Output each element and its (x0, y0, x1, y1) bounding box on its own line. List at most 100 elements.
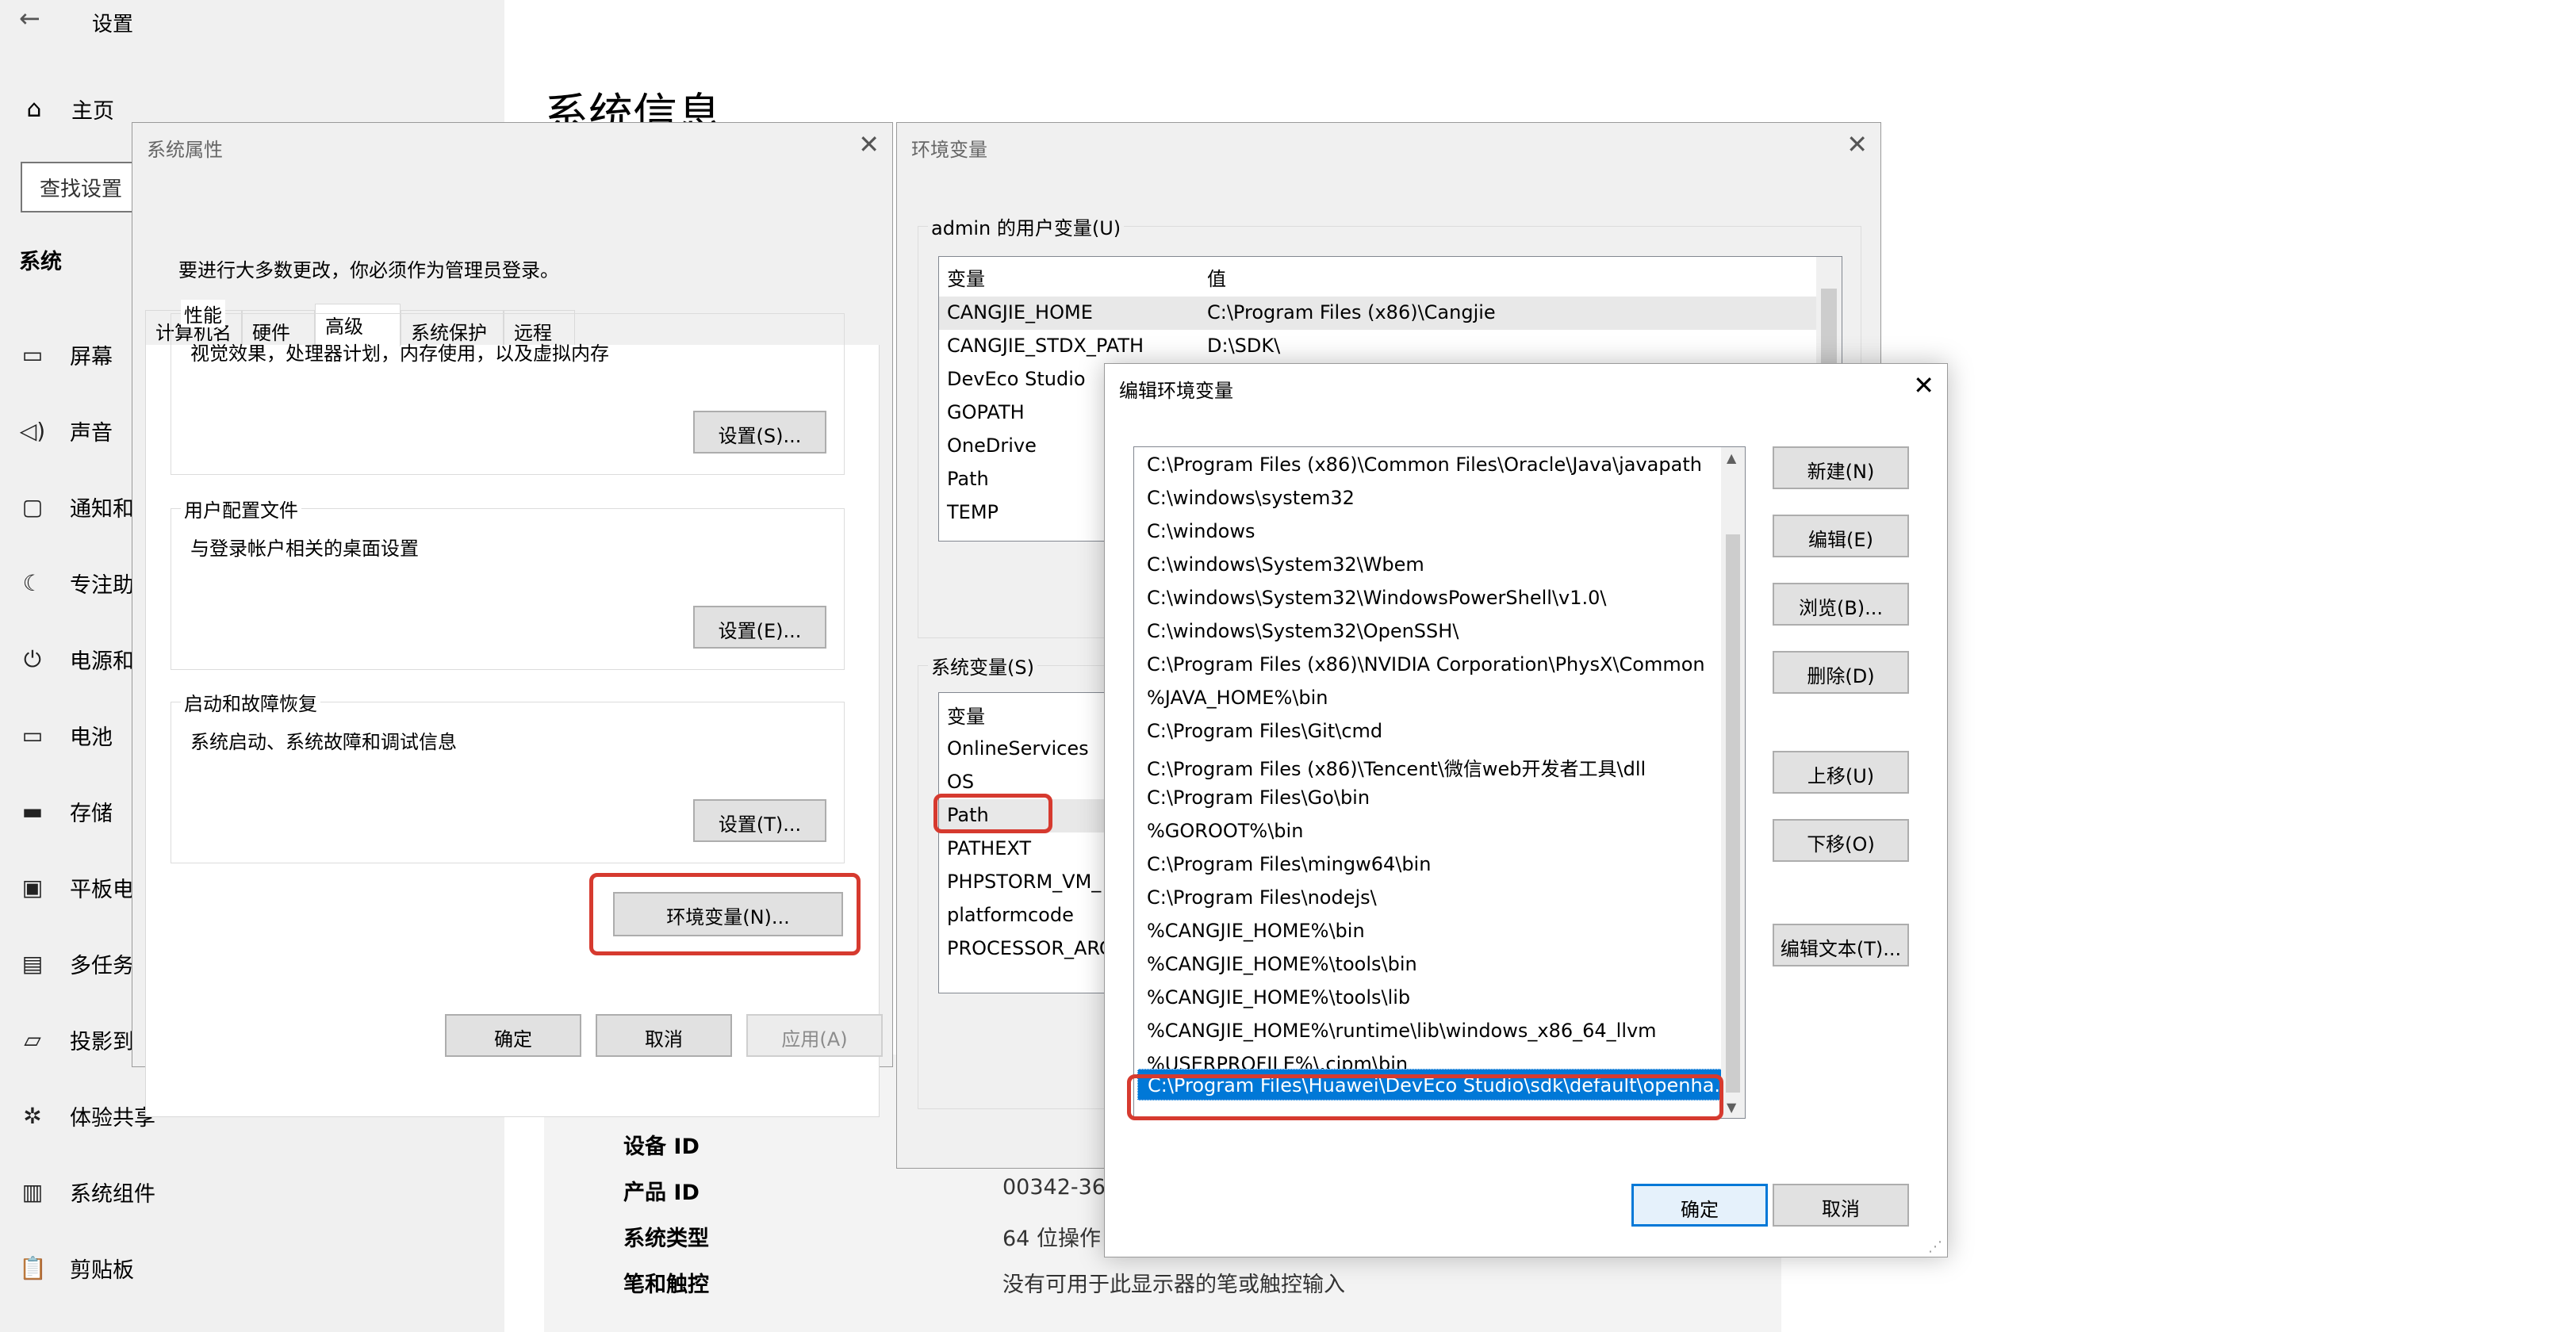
user-profile-settings-button[interactable]: 设置(E)... (693, 606, 826, 649)
search-input[interactable]: 查找设置 (21, 162, 140, 212)
path-entry[interactable]: %CANGJIE_HOME%\tools\bin (1147, 953, 1417, 975)
path-entry[interactable]: C:\Program Files (x86)\Common Files\Orac… (1147, 454, 1702, 476)
nav-shared-experiences[interactable]: ✲ 体验共享 (19, 1100, 155, 1131)
group-title: 系统变量(S) (928, 652, 1037, 679)
sys-var-name[interactable]: OS (947, 771, 974, 793)
path-entry[interactable]: C:\windows (1147, 520, 1255, 542)
back-arrow-icon[interactable]: ← (19, 3, 40, 33)
user-var-name[interactable]: GOPATH (947, 401, 1025, 423)
performance-settings-button[interactable]: 设置(S)... (693, 411, 826, 454)
path-entry[interactable]: C:\Program Files (x86)\NVIDIA Corporatio… (1147, 653, 1705, 676)
scroll-down-icon[interactable]: ▼ (1727, 1100, 1736, 1115)
nav-projecting[interactable]: ▱ 投影到 (19, 1024, 134, 1055)
moon-icon: ☾ (22, 570, 43, 596)
nav-label: 平板电 (70, 878, 134, 902)
sys-var-name[interactable]: OnlineServices (947, 737, 1089, 760)
path-entry[interactable]: %JAVA_HOME%\bin (1147, 687, 1328, 709)
user-var-name[interactable]: TEMP (947, 501, 999, 523)
edit-environment-variable-dialog: 编辑环境变量 ✕ C:\Program Files (x86)\Common F… (1104, 363, 1948, 1257)
resize-grip-icon[interactable]: ⋰ (1928, 1238, 1942, 1255)
cancel-button[interactable]: 取消 (596, 1014, 732, 1057)
apply-button[interactable]: 应用(A) (746, 1014, 883, 1057)
nav-label: 通知和 (70, 497, 134, 522)
user-var-name[interactable]: CANGJIE_STDX_PATH (947, 335, 1144, 357)
info-label-system-type: 系统类型 (623, 1227, 709, 1251)
nav-power[interactable]: ⏻ 电源和 (19, 644, 134, 675)
nav-label: 屏幕 (70, 345, 113, 369)
system-properties-dialog: 系统属性 ✕ 计算机名 硬件 高级 系统保护 远程 要进行大多数更改，你必须作为… (132, 122, 893, 1117)
path-entry[interactable]: C:\Program Files (x86)\Tencent\微信web开发者工… (1147, 753, 1646, 781)
nav-sound[interactable]: ◁) 声音 (19, 415, 113, 446)
home-icon: ⌂ (26, 95, 42, 123)
sys-var-name[interactable]: PHPSTORM_VM_ (947, 871, 1101, 893)
nav-home[interactable]: ⌂ 主页 (21, 94, 114, 124)
new-button[interactable]: 新建(N) (1773, 446, 1909, 489)
close-icon[interactable]: ✕ (1846, 129, 1868, 159)
column-header-variable[interactable]: 变量 (947, 701, 985, 729)
nav-clipboard[interactable]: 📋 剪贴板 (19, 1253, 134, 1284)
scrollbar-thumb[interactable] (1726, 534, 1740, 1093)
ok-button[interactable]: 确定 (1631, 1184, 1768, 1227)
performance-group: 性能 视觉效果，处理器计划，内存使用，以及虚拟内存 设置(S)... (171, 300, 845, 475)
path-entry[interactable]: C:\Program Files\nodejs\ (1147, 886, 1377, 909)
nav-home-label: 主页 (71, 99, 114, 124)
column-header-variable[interactable]: 变量 (947, 263, 985, 291)
nav-system-components[interactable]: ▥ 系统组件 (19, 1177, 155, 1208)
path-entry[interactable]: %GOROOT%\bin (1147, 820, 1303, 842)
path-entry[interactable]: C:\windows\system32 (1147, 487, 1355, 509)
nav-label: 体验共享 (70, 1106, 155, 1131)
move-up-button[interactable]: 上移(U) (1773, 751, 1909, 794)
edit-button[interactable]: 编辑(E) (1773, 515, 1909, 557)
info-label-pen-touch: 笔和触控 (623, 1273, 709, 1297)
path-entry[interactable]: C:\windows\System32\Wbem (1147, 553, 1424, 576)
path-entries-list[interactable]: C:\Program Files (x86)\Common Files\Orac… (1133, 446, 1746, 1119)
startup-settings-button[interactable]: 设置(T)... (693, 799, 826, 842)
user-var-name[interactable]: CANGJIE_HOME (947, 301, 1093, 323)
nav-display[interactable]: ▭ 屏幕 (19, 339, 113, 370)
sys-var-name[interactable]: platformcode (947, 904, 1074, 926)
scroll-up-icon[interactable]: ▲ (1727, 450, 1736, 465)
sys-var-name[interactable]: PATHEXT (947, 837, 1031, 859)
sys-var-name[interactable]: PROCESSOR_ARC (947, 937, 1113, 959)
nav-focus-assist[interactable]: ☾ 专注助 (19, 568, 134, 599)
settings-titlebar: ← 设置 (0, 0, 504, 48)
nav-storage[interactable]: ▬ 存储 (19, 796, 113, 827)
path-entry[interactable]: %CANGJIE_HOME%\bin (1147, 920, 1365, 942)
settings-title: 设置 (92, 13, 134, 36)
browse-button[interactable]: 浏览(B)... (1773, 583, 1909, 626)
nav-tablet[interactable]: ▣ 平板电 (19, 872, 134, 903)
path-entry[interactable]: %CANGJIE_HOME%\tools\lib (1147, 986, 1410, 1009)
user-var-value[interactable]: C:\Program Files (x86)\Cangjie (1207, 301, 1496, 323)
scrollbar[interactable]: ▲ ▼ (1721, 447, 1745, 1118)
nav-label: 电池 (70, 725, 113, 750)
battery-icon: ▭ (21, 722, 44, 748)
edit-text-button[interactable]: 编辑文本(T)... (1773, 924, 1909, 966)
move-down-button[interactable]: 下移(O) (1773, 819, 1909, 862)
user-var-value[interactable]: D:\SDK\ (1207, 335, 1280, 357)
components-icon: ▥ (21, 1179, 44, 1205)
path-entry[interactable]: C:\Program Files\mingw64\bin (1147, 853, 1431, 875)
ok-button[interactable]: 确定 (445, 1014, 581, 1057)
delete-button[interactable]: 删除(D) (1773, 651, 1909, 694)
close-icon[interactable]: ✕ (1913, 370, 1934, 400)
user-profile-group: 用户配置文件 与登录帐户相关的桌面设置 设置(E)... (171, 495, 845, 670)
nav-label: 系统组件 (70, 1182, 155, 1207)
user-var-name[interactable]: OneDrive (947, 434, 1037, 457)
path-entry[interactable]: %CANGJIE_HOME%\runtime\lib\windows_x86_6… (1147, 1020, 1657, 1042)
cancel-button[interactable]: 取消 (1773, 1184, 1909, 1227)
user-var-name[interactable]: DevEco Studio (947, 368, 1086, 390)
monitor-icon: ▭ (21, 342, 44, 368)
nav-multitasking[interactable]: ▤ 多任务 (19, 948, 134, 979)
group-title: admin 的用户变量(U) (928, 212, 1125, 240)
speaker-icon: ◁) (19, 418, 46, 444)
nav-battery[interactable]: ▭ 电池 (19, 720, 113, 751)
path-entry[interactable]: C:\Program Files\Git\cmd (1147, 720, 1382, 742)
close-icon[interactable]: ✕ (858, 129, 880, 159)
path-entry[interactable]: C:\windows\System32\WindowsPowerShell\v1… (1147, 587, 1606, 609)
column-header-value[interactable]: 值 (1207, 263, 1226, 291)
user-var-name[interactable]: Path (947, 468, 989, 490)
group-desc: 与登录帐户相关的桌面设置 (190, 538, 419, 560)
path-entry[interactable]: C:\windows\System32\OpenSSH\ (1147, 620, 1459, 642)
path-entry[interactable]: C:\Program Files\Go\bin (1147, 787, 1370, 809)
nav-notifications[interactable]: ▢ 通知和 (19, 492, 134, 522)
